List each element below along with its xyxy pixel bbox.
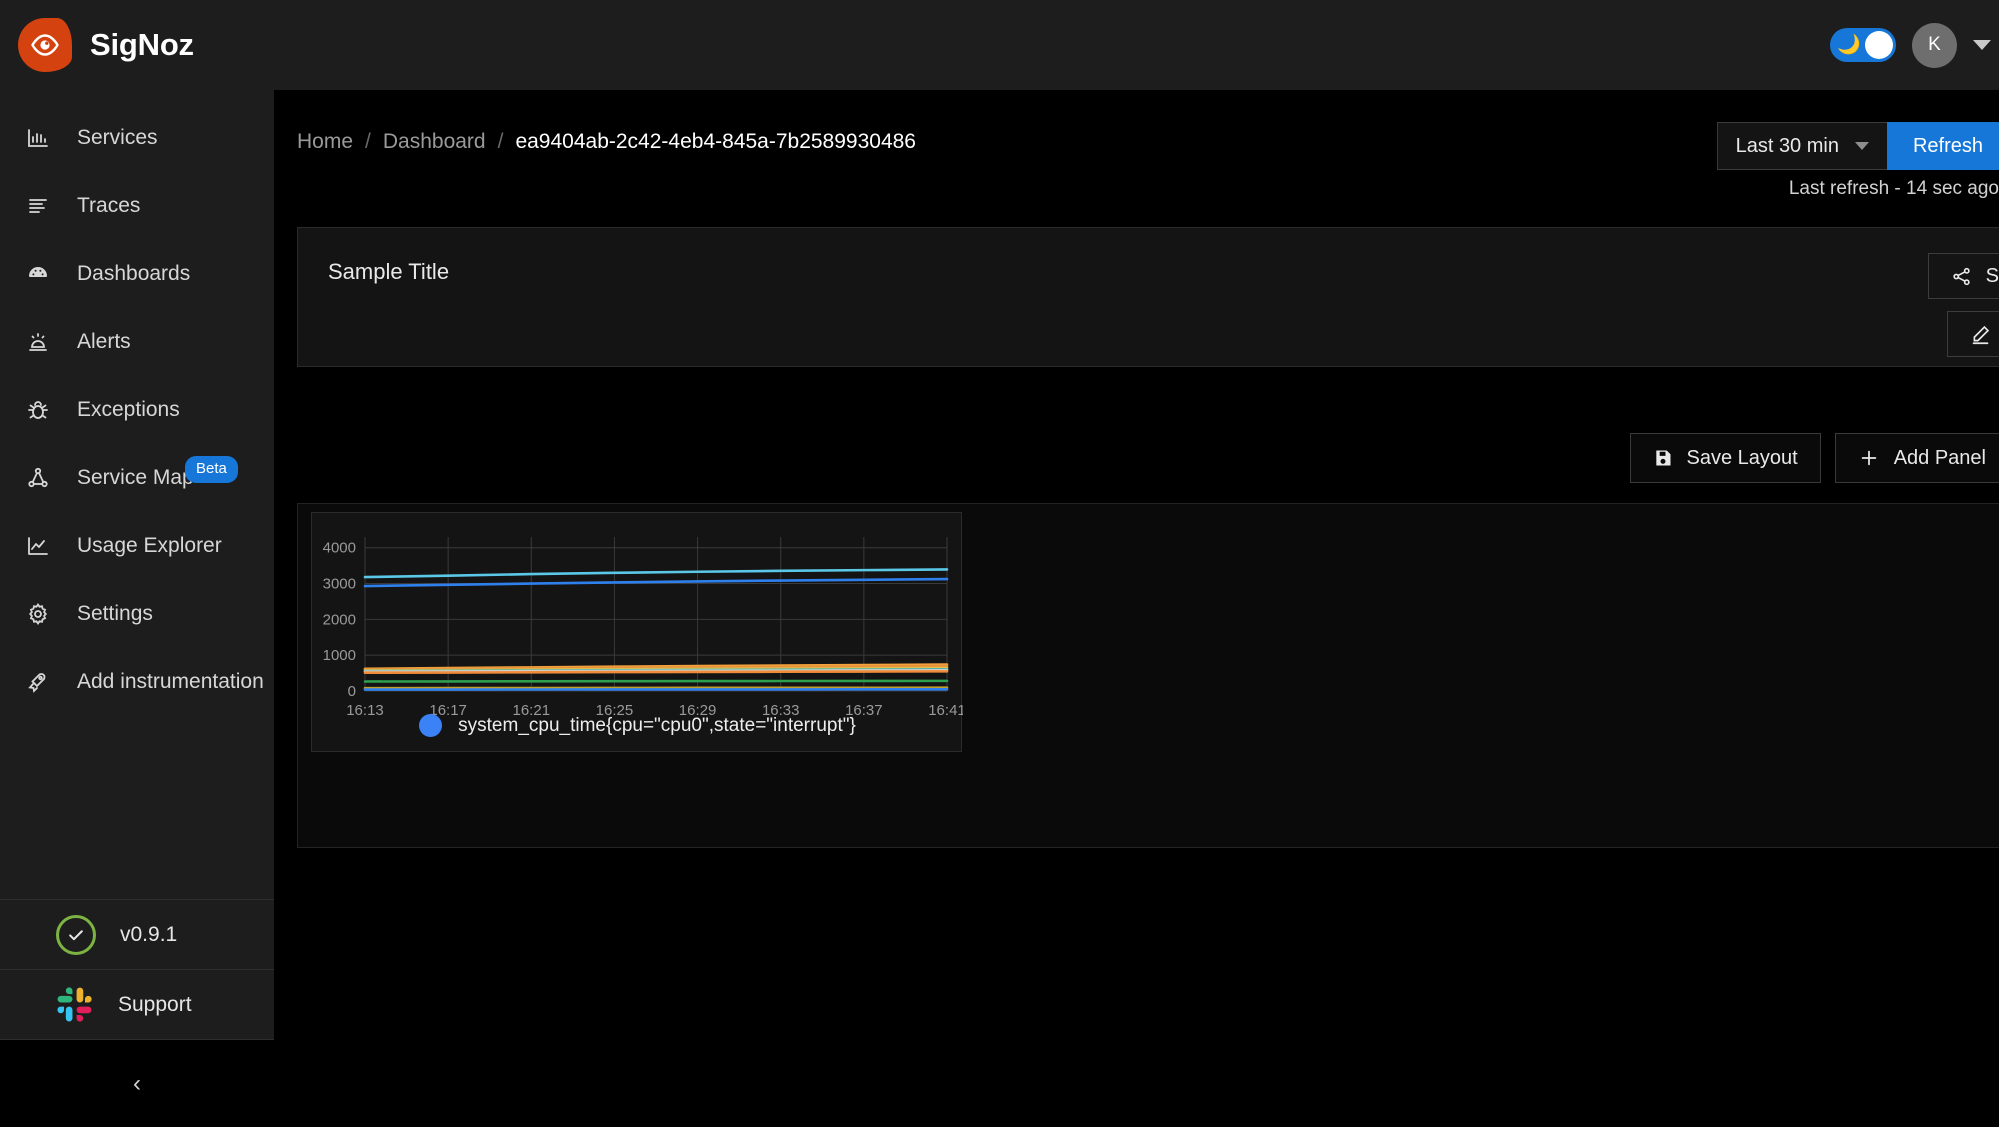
rocket-icon [25, 669, 51, 695]
sidebar-item-service-map[interactable]: Service Map Beta [0, 444, 274, 512]
check-circle-icon [56, 914, 96, 955]
breadcrumb: Home / Dashboard / ea9404ab-2c42-4eb4-84… [297, 130, 916, 154]
share-button-label: Share [1985, 264, 1999, 287]
svg-text:4000: 4000 [323, 540, 356, 557]
theme-toggle[interactable]: 🌙 [1830, 28, 1896, 62]
plus-icon [1858, 447, 1880, 469]
sidebar-item-label: Alerts [77, 330, 131, 353]
last-refresh-status: Last refresh - 14 sec ago [1788, 178, 1999, 199]
add-panel-label: Add Panel [1893, 446, 1986, 469]
sidebar-item-dashboards[interactable]: Dashboards [0, 240, 274, 308]
main-content: Home / Dashboard / ea9404ab-2c42-4eb4-84… [274, 90, 1999, 1127]
avatar[interactable]: K [1912, 22, 1957, 68]
sidebar-item-label: Usage Explorer [77, 534, 222, 557]
nodes-icon [25, 465, 51, 491]
signoz-logo-icon [18, 18, 72, 72]
chart-legend: system_cpu_time{cpu="cpu0",state="interr… [312, 714, 963, 737]
save-layout-label: Save Layout [1686, 446, 1798, 469]
legend-label: system_cpu_time{cpu="cpu0",state="interr… [458, 714, 856, 736]
list-lines-icon [25, 193, 51, 219]
moon-icon: 🌙 [1837, 34, 1861, 56]
breadcrumb-separator: / [365, 130, 371, 153]
sidebar-item-label: Settings [77, 602, 153, 625]
gear-icon [25, 601, 51, 627]
dashboard-grid: 0 1000 2000 3000 4000 16:13 16:17 16:21 16:25 16:… [297, 503, 1999, 848]
siren-icon [25, 329, 51, 355]
sidebar-item-label: Dashboards [77, 262, 191, 285]
chevron-left-icon: ‹ [133, 1069, 141, 1097]
support-label: Support [118, 992, 192, 1016]
add-panel-button[interactable]: Add Panel [1834, 433, 1999, 483]
slack-icon [56, 986, 94, 1024]
time-range-label: Last 30 min [1735, 134, 1839, 157]
sidebar-item-exceptions[interactable]: Exceptions [0, 376, 274, 444]
sidebar-item-add-instrumentation[interactable]: Add instrumentation [0, 648, 274, 716]
app-root: SigNoz 🌙 K Services Traces Dashboards Al… [0, 0, 1999, 1127]
layout-actions: Save Layout Add Panel [1629, 433, 1999, 483]
toggle-knob [1865, 31, 1893, 59]
sidebar: Services Traces Dashboards Alerts Except… [0, 90, 274, 1127]
time-controls: Last 30 min Refresh [1716, 122, 1999, 170]
chevron-down-icon [1854, 142, 1869, 150]
beta-badge: Beta [185, 456, 238, 483]
floppy-disk-icon [1653, 448, 1673, 468]
sidebar-item-traces[interactable]: Traces [0, 172, 274, 240]
sidebar-item-usage-explorer[interactable]: Usage Explorer [0, 512, 274, 580]
version-row[interactable]: v0.9.1 [0, 899, 274, 969]
share-icon [1951, 266, 1972, 287]
svg-text:0: 0 [348, 683, 356, 700]
gauge-icon [25, 261, 51, 287]
refresh-button[interactable]: Refresh [1886, 122, 1999, 170]
sidebar-nav: Services Traces Dashboards Alerts Except… [0, 90, 274, 716]
breadcrumb-item-dashboard[interactable]: Dashboard [383, 130, 486, 154]
support-row[interactable]: Support [0, 969, 274, 1039]
dashboard-header-actions: Share Edit [1927, 253, 1999, 357]
sidebar-item-label: Add instrumentation [77, 670, 264, 693]
sidebar-item-alerts[interactable]: Alerts [0, 308, 274, 376]
breadcrumb-item-home[interactable]: Home [297, 130, 353, 154]
svg-text:2000: 2000 [323, 611, 356, 628]
pencil-icon [1970, 324, 1991, 345]
sidebar-collapse-button[interactable]: ‹ [0, 1039, 274, 1127]
top-bar: SigNoz 🌙 K [0, 0, 1999, 90]
brand[interactable]: SigNoz [0, 18, 274, 72]
breadcrumb-item-current: ea9404ab-2c42-4eb4-845a-7b2589930486 [515, 130, 916, 153]
version-label: v0.9.1 [120, 922, 178, 946]
page-title: Sample Title [328, 259, 450, 284]
legend-swatch [419, 714, 443, 737]
sidebar-footer: v0.9.1 Support ‹ [0, 899, 274, 1127]
sidebar-item-settings[interactable]: Settings [0, 580, 274, 648]
save-layout-button[interactable]: Save Layout [1629, 433, 1821, 483]
sidebar-item-label: Traces [77, 194, 141, 217]
edit-button[interactable]: Edit [1946, 311, 1999, 357]
svg-text:3000: 3000 [323, 576, 356, 593]
sidebar-item-label: Services [77, 126, 158, 149]
breadcrumb-separator: / [497, 130, 504, 153]
sidebar-item-label: Exceptions [77, 398, 180, 421]
brand-name: SigNoz [90, 27, 194, 62]
bar-chart-icon [25, 125, 51, 151]
chart-widget[interactable]: 0 1000 2000 3000 4000 16:13 16:17 16:21 16:25 16:… [311, 512, 963, 752]
time-range-select[interactable]: Last 30 min [1716, 122, 1887, 170]
chevron-down-icon[interactable] [1973, 40, 1991, 50]
line-chart-icon [25, 533, 51, 559]
bug-icon [25, 397, 51, 423]
sidebar-item-label: Service Map [77, 466, 194, 489]
share-button[interactable]: Share [1927, 253, 1999, 299]
top-bar-actions: 🌙 K [1830, 0, 1999, 90]
dashboard-header-card: Sample Title Share [297, 227, 1999, 367]
svg-text:1000: 1000 [323, 647, 356, 664]
sidebar-item-services[interactable]: Services [0, 104, 274, 172]
